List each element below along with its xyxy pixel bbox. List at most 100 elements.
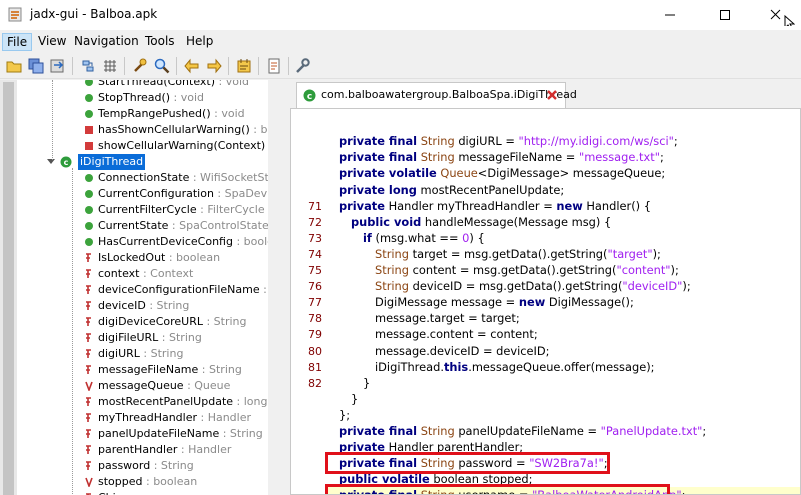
tree-scrollbar[interactable] xyxy=(0,80,17,495)
flatten-icon[interactable] xyxy=(101,57,119,75)
close-window-icon[interactable] xyxy=(755,4,795,26)
tree-member-item[interactable]: deviceID : String xyxy=(0,298,268,314)
menu-help[interactable]: Help xyxy=(182,33,217,51)
code-token: String xyxy=(375,246,409,261)
editor-tab[interactable]: c com.balboawatergroup.BalboaSpa.iDigiTh… xyxy=(296,82,577,108)
public-method-icon xyxy=(85,94,93,102)
menu-view[interactable]: View xyxy=(34,33,70,51)
code-token: ; xyxy=(659,150,664,165)
code-line: public void handleMessage(Message msg) { xyxy=(351,214,611,230)
close-tab-icon[interactable] xyxy=(545,88,559,102)
tree-member-item[interactable]: CurrentConfiguration : SpaDeviceC xyxy=(0,186,268,202)
tree-item-type: : boole xyxy=(253,123,268,136)
code-token: } xyxy=(351,391,359,406)
code-token: message.deviceID = deviceID; xyxy=(375,343,550,358)
code-token: message.content = content; xyxy=(375,327,538,342)
code-token: if xyxy=(363,230,372,245)
toolbar-separator xyxy=(258,57,259,75)
code-line: String content = msg.getData().getString… xyxy=(375,262,679,278)
tree-item-type: : Handler xyxy=(197,411,252,424)
code-token: new xyxy=(556,198,583,213)
username-highlight-box xyxy=(325,484,670,494)
tree-item-type: : boolean xyxy=(165,251,221,264)
collapse-icon[interactable] xyxy=(46,157,56,167)
tree-method-item[interactable]: TempRangePushed() : void xyxy=(0,106,268,122)
sync-icon[interactable] xyxy=(79,57,97,75)
menu-tools[interactable]: Tools xyxy=(141,33,179,51)
code-line: private final String digiURL = "http://m… xyxy=(339,133,678,149)
line-number: 75 xyxy=(308,264,322,277)
tree-member-item[interactable]: digiFileURL : String xyxy=(0,330,268,346)
project-tree[interactable]: StartThread(Context) : void StopThread() … xyxy=(0,80,268,495)
log-icon[interactable] xyxy=(235,57,253,75)
split-pane-divider[interactable] xyxy=(268,80,288,495)
tree-method-item[interactable]: StartThread(Context) : void xyxy=(0,80,268,90)
tree-member-item[interactable]: deviceConfigurationFileName : Strir xyxy=(0,282,268,298)
code-token: ; xyxy=(673,134,678,149)
menu-file[interactable]: File xyxy=(2,33,33,51)
code-line: message.content = content; xyxy=(375,326,538,342)
code-line: iDigiThread.this.messageQueue.offer(mess… xyxy=(375,359,654,375)
tree-member-item[interactable]: password : String xyxy=(0,458,268,474)
tree-member-item[interactable]: panelUpdateFileName : String xyxy=(0,426,268,442)
menu-navigation[interactable]: Navigation xyxy=(70,33,143,51)
tree-item-type: : String xyxy=(145,299,190,312)
tree-member-item[interactable]: myThreadHandler : Handler xyxy=(0,410,268,426)
class-icon: c xyxy=(60,156,72,168)
save-all-icon[interactable] xyxy=(27,57,45,75)
preferences-icon[interactable] xyxy=(293,57,311,75)
tree-member-item[interactable]: CurrentState : SpaControlState xyxy=(0,218,268,234)
svg-text:c: c xyxy=(307,92,312,102)
field-icon xyxy=(86,413,91,422)
tree-item-label: CurrentState : SpaControlState xyxy=(98,219,268,232)
tree-item-type: : boolean xyxy=(142,475,198,488)
code-token: ); xyxy=(670,263,679,277)
tree-member-item[interactable]: digiDeviceCoreURL : String xyxy=(0,314,268,330)
private-method-icon xyxy=(85,142,93,150)
tree-member-item[interactable]: digiURL : String xyxy=(0,346,268,362)
deobfuscation-icon[interactable] xyxy=(265,57,283,75)
open-file-icon[interactable] xyxy=(5,57,23,75)
tree-item-type: : void xyxy=(210,107,245,120)
code-area[interactable]: 71 72 73 74 75 76 77 78 79 80 81 82 private final S… xyxy=(290,108,801,495)
search-icon[interactable] xyxy=(153,57,171,75)
decompile-icon[interactable] xyxy=(131,57,149,75)
tree-scrollbar-thumb[interactable] xyxy=(3,82,14,495)
tree-item-label: parentHandler : Handler xyxy=(98,443,232,456)
window-title: jadx-gui - Balboa.apk xyxy=(30,7,158,21)
tree-method-item[interactable]: StopThread() : void xyxy=(0,90,268,106)
field-icon xyxy=(86,317,91,326)
code-token: "PanelUpdate.txt" xyxy=(600,424,703,438)
tree-item-label: password : String xyxy=(98,459,194,472)
minimize-icon[interactable] xyxy=(650,6,690,24)
tree-member-item[interactable]: mostRecentPanelUpdate : long xyxy=(0,394,268,410)
code-token: }; xyxy=(339,407,351,422)
tree-class-node[interactable]: c iDigiThread xyxy=(0,154,268,170)
code-token: <DigiMessage> messageQueue; xyxy=(477,166,666,181)
tree-method-item[interactable]: hasShownCellularWarning() : boole xyxy=(0,122,268,138)
tree-member-item[interactable]: messageFileName : String xyxy=(0,362,268,378)
tree-item-label: messageQueue : Queue xyxy=(98,379,231,392)
tree-member-item[interactable]: ConnectionState : WifiSocketState xyxy=(0,170,268,186)
tree-member-item[interactable]: IsLockedOut : boolean xyxy=(0,250,268,266)
tree-item-type: : void xyxy=(170,91,205,104)
code-token: public void xyxy=(351,214,422,229)
tree-item-label: showCellularWarning(Context) : vo xyxy=(98,138,268,154)
forward-icon[interactable] xyxy=(205,57,223,75)
tree-member-item[interactable]: parentHandler : Handler xyxy=(0,442,268,458)
tree-member-item[interactable]: context : Context xyxy=(0,266,268,282)
tree-member-item[interactable]: Chi xyxy=(0,490,268,495)
code-token: String xyxy=(375,279,409,294)
back-icon[interactable] xyxy=(183,57,201,75)
tree-member-item[interactable]: messageQueue : Queue xyxy=(0,378,268,394)
code-token: "content" xyxy=(616,263,671,277)
tree-method-item[interactable]: showCellularWarning(Context) : vo xyxy=(0,138,268,154)
tree-member-item[interactable]: CurrentFilterCycle : FilterCycle xyxy=(0,202,268,218)
tree-member-item[interactable]: HasCurrentDeviceConfig : boolean xyxy=(0,234,268,250)
tree-item-type: : void xyxy=(215,80,250,88)
tree-item-type: : WifiSocketState xyxy=(192,171,268,184)
tree-item-label: StartThread(Context) : void xyxy=(98,80,249,90)
export-icon[interactable] xyxy=(49,57,67,75)
tree-member-item[interactable]: stopped : boolean xyxy=(0,474,268,490)
maximize-icon[interactable] xyxy=(705,6,745,24)
